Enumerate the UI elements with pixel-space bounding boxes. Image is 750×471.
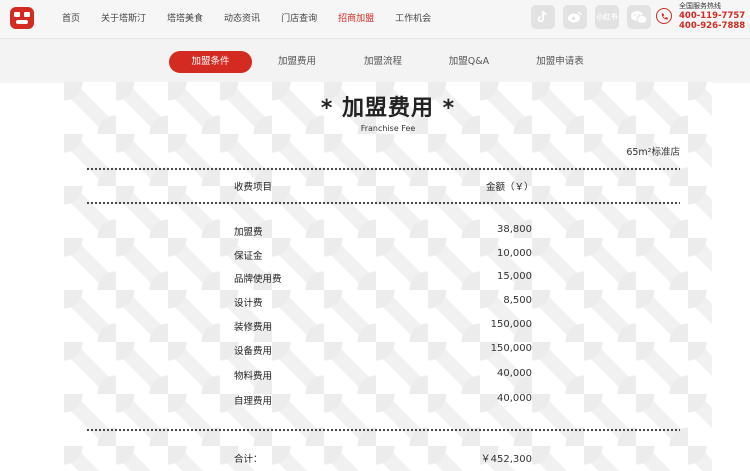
fee-amount: 150,000 — [490, 343, 532, 354]
brand-logo-icon[interactable] — [8, 4, 36, 32]
total-value: ￥452,300 — [480, 454, 532, 465]
tab-qa[interactable]: 加盟Q&A — [434, 51, 504, 73]
main-nav: 首页 关于塔斯汀 塔塔美食 动态资讯 门店查询 招商加盟 工作机会 — [62, 0, 452, 34]
phone-icon — [656, 8, 672, 24]
fee-item-label: 物料费用 — [234, 371, 273, 382]
fee-amount: 40,000 — [497, 368, 532, 379]
wechat-icon[interactable] — [627, 5, 651, 29]
hotline-number-1[interactable]: 400-119-7757 — [679, 11, 745, 21]
fee-amount: 150,000 — [490, 319, 532, 330]
douyin-icon[interactable] — [531, 5, 555, 29]
divider-bottom — [86, 428, 680, 432]
fee-amount: 10,000 — [497, 248, 532, 259]
franchise-subnav: 加盟条件 加盟费用 加盟流程 加盟Q&A 加盟申请表 — [0, 38, 750, 83]
fee-item-label: 设计费 — [234, 298, 263, 309]
nav-home[interactable]: 首页 — [62, 11, 80, 24]
fee-amount: 38,800 — [497, 224, 532, 235]
tab-fees[interactable]: 加盟费用 — [262, 51, 332, 73]
nav-store-search[interactable]: 门店查询 — [281, 11, 317, 24]
fee-item-label: 保证金 — [234, 251, 263, 262]
store-type-label: 65m²标准店 — [626, 147, 680, 158]
nav-franchise[interactable]: 招商加盟 — [338, 11, 374, 24]
column-header-amount: 金额（￥） — [486, 182, 534, 193]
tab-application[interactable]: 加盟申请表 — [524, 51, 596, 73]
fee-item-label: 品牌使用费 — [234, 274, 282, 285]
top-header: 首页 关于塔斯汀 塔塔美食 动态资讯 门店查询 招商加盟 工作机会 小红书 全国… — [0, 0, 750, 38]
fee-item-label: 加盟费 — [234, 227, 263, 238]
nav-about[interactable]: 关于塔斯汀 — [101, 11, 146, 24]
xiaohongshu-label: 小红书 — [596, 13, 618, 21]
tab-conditions[interactable]: 加盟条件 — [169, 51, 252, 73]
fee-panel: * 加盟费用 * Franchise Fee 65m²标准店 收费项目 金额（￥… — [64, 82, 712, 471]
tab-process[interactable]: 加盟流程 — [348, 51, 418, 73]
weibo-icon[interactable] — [563, 5, 587, 29]
hotline-number-2[interactable]: 400-926-7888 — [679, 21, 745, 31]
nav-careers[interactable]: 工作机会 — [395, 11, 431, 24]
fee-item-label: 装修费用 — [234, 322, 273, 333]
divider-top — [86, 167, 680, 171]
fee-item-label: 自理费用 — [234, 396, 273, 407]
fee-amount: 40,000 — [497, 393, 532, 404]
fee-amount: 8,500 — [503, 295, 532, 306]
column-header-item: 收费项目 — [234, 182, 273, 193]
fee-amount: 15,000 — [497, 271, 532, 282]
nav-news[interactable]: 动态资讯 — [224, 11, 260, 24]
xiaohongshu-icon[interactable]: 小红书 — [595, 5, 619, 29]
nav-food[interactable]: 塔塔美食 — [167, 11, 203, 24]
page-subtitle: Franchise Fee — [360, 124, 416, 133]
hotline-label: 全国服务热线 — [679, 2, 721, 10]
divider-header — [86, 201, 680, 205]
total-label: 合计： — [234, 454, 263, 465]
page-title: * 加盟费用 * — [320, 96, 456, 121]
fee-item-label: 设备费用 — [234, 346, 273, 357]
